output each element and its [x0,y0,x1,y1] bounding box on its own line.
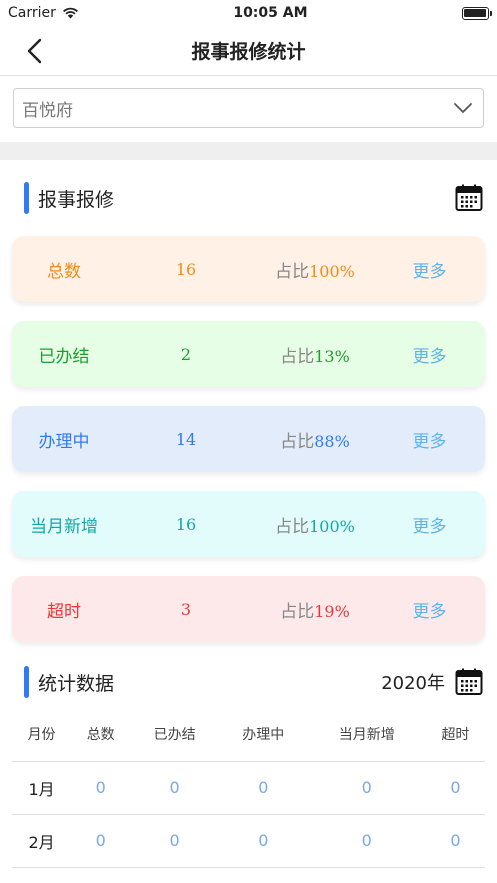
ratio-value: 13% [314,346,350,366]
ratio-prefix: 占比 [275,516,310,537]
page-title: 报事报修统计 [191,41,306,63]
section-divider [0,142,497,160]
card-ratio: 占比88% [256,427,374,452]
more-link[interactable]: 更多 [374,512,485,537]
ratio-prefix: 占比 [280,431,315,452]
card-label: 办理中 [38,431,90,452]
card-completed[interactable]: 已办结 2 占比13% 更多 [12,321,485,387]
card-label: 已办结 [38,346,90,367]
table-cell[interactable]: 0 [307,761,426,815]
table-row: 1月 0 0 0 0 0 [12,761,485,815]
ratio-prefix: 占比 [275,261,310,282]
table-cell[interactable]: 0 [71,814,131,868]
status-left: Carrier [8,5,79,21]
table-cell[interactable]: 0 [130,761,219,815]
card-count: 16 [175,259,197,279]
card-overdue[interactable]: 超时 3 占比19% 更多 [12,576,485,642]
card-in-progress[interactable]: 办理中 14 占比88% 更多 [12,406,485,472]
ratio-value: 19% [314,601,350,621]
card-label: 总数 [47,261,81,282]
card-label: 当月新增 [30,516,98,537]
table-header-row: 月份 总数 已办结 办理中 当月新增 超时 [12,707,485,762]
card-total[interactable]: 总数 16 占比100% 更多 [12,236,485,302]
community-selector-wrap: 百悦府 [0,76,497,140]
status-bar: Carrier 10:05 AM [0,0,497,26]
card-label: 超时 [47,601,81,622]
section-accent-bar [24,182,29,214]
more-link[interactable]: 更多 [374,597,485,622]
community-select[interactable]: 百悦府 [13,88,484,128]
ratio-prefix: 占比 [280,346,315,367]
card-new-this-month[interactable]: 当月新增 16 占比100% 更多 [12,491,485,557]
calendar-icon[interactable] [455,668,483,696]
more-link[interactable]: 更多 [374,427,485,452]
card-ratio: 占比19% [256,597,374,622]
column-header: 超时 [425,707,485,762]
table-cell[interactable]: 0 [218,814,308,868]
card-ratio: 占比100% [256,512,374,537]
more-link[interactable]: 更多 [374,257,485,282]
table-row: 2月 0 0 0 0 0 [12,814,485,868]
card-count: 14 [175,429,197,449]
column-header: 当月新增 [307,707,426,762]
section-header-stats: 统计数据 2020年 [0,657,497,707]
table-cell[interactable]: 0 [307,814,426,868]
column-header: 总数 [71,707,131,762]
table-cell[interactable]: 0 [425,814,485,868]
section-title-report: 报事报修 [38,188,115,211]
monthly-stats-table: 月份 总数 已办结 办理中 当月新增 超时 1月 0 0 0 0 0 2月 0 … [12,707,485,868]
table-cell[interactable]: 0 [130,814,219,868]
chevron-down-icon [454,103,472,113]
section-header-report: 报事报修 [0,160,497,236]
wifi-icon [62,7,78,19]
ratio-value: 88% [314,431,350,451]
carrier-label: Carrier [8,5,56,21]
table-cell[interactable]: 0 [425,761,485,815]
section-title-stats: 统计数据 [38,672,115,695]
card-count: 2 [180,344,192,364]
month-cell: 2月 [12,814,72,868]
ratio-value: 100% [309,516,355,536]
table-cell[interactable]: 0 [71,761,131,815]
card-ratio: 占比13% [256,342,374,367]
ratio-prefix: 占比 [280,601,315,622]
nav-bar: 报事报修统计 [0,26,497,76]
month-cell: 1月 [12,761,72,815]
card-count: 3 [180,599,192,619]
column-header: 办理中 [218,707,308,762]
section-accent-bar [24,666,29,698]
back-arrow-icon[interactable] [22,38,48,64]
community-select-value: 百悦府 [22,100,73,121]
battery-icon [461,6,492,20]
more-link[interactable]: 更多 [374,342,485,367]
table-cell[interactable]: 0 [218,761,308,815]
card-count: 16 [175,514,197,534]
year-label: 2020年 [381,673,445,694]
ratio-value: 100% [309,261,355,281]
calendar-icon[interactable] [455,184,483,212]
stats-cards: 总数 16 占比100% 更多 已办结 2 占比13% 更多 办理中 14 占比… [0,236,497,642]
clock: 10:05 AM [233,5,308,21]
year-picker[interactable]: 2020年 [381,668,483,696]
column-header: 月份 [12,707,72,762]
column-header: 已办结 [130,707,219,762]
card-ratio: 占比100% [256,257,374,282]
